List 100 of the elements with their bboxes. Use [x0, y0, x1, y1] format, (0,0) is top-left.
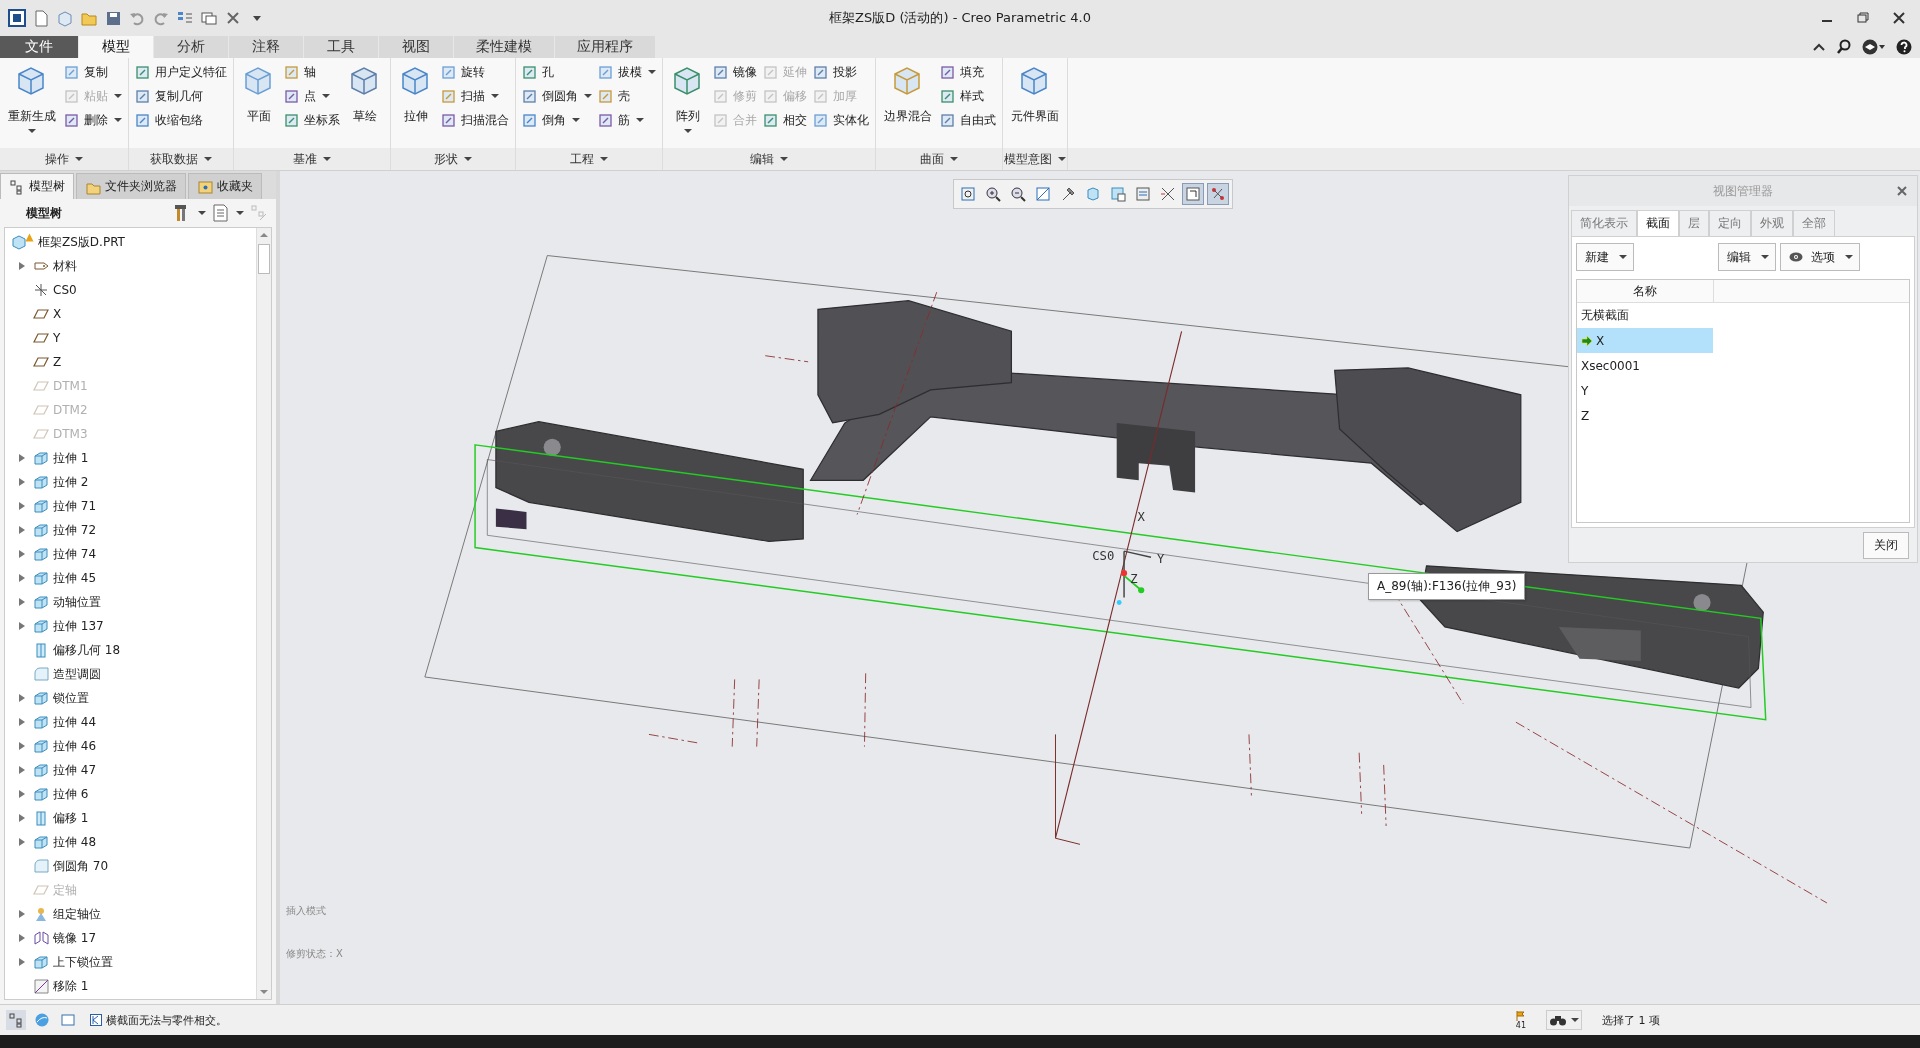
- tree-item[interactable]: 造型调圆: [53, 665, 101, 683]
- ribbon-tab[interactable]: 柔性建模: [454, 36, 555, 58]
- ribbon-button[interactable]: 复制: [64, 62, 122, 82]
- ribbon-button[interactable]: 平面: [240, 62, 278, 148]
- tree-item[interactable]: Y: [53, 331, 61, 345]
- group-menu[interactable]: 模型意图: [1003, 148, 1067, 170]
- expand-arrow[interactable]: [19, 262, 25, 270]
- tree-item[interactable]: 拉伸 47: [53, 761, 97, 779]
- tree-item[interactable]: X: [53, 307, 62, 321]
- expand-arrow[interactable]: [19, 502, 25, 510]
- expand-arrow[interactable]: [19, 934, 25, 942]
- panel-tab[interactable]: 文件夹浏览器: [76, 173, 186, 199]
- list-row[interactable]: Y: [1577, 378, 1713, 403]
- frame-body[interactable]: [809, 300, 1522, 533]
- ribbon-tab[interactable]: 文件: [0, 36, 79, 58]
- caret-icon[interactable]: [584, 94, 592, 98]
- expand-arrow[interactable]: [19, 478, 25, 486]
- restore-icon[interactable]: [1856, 11, 1870, 25]
- group-menu[interactable]: 操作: [0, 148, 128, 170]
- tree-item[interactable]: 拉伸 2: [53, 473, 89, 491]
- panel-tab[interactable]: 收藏夹: [188, 173, 262, 199]
- tab[interactable]: 层: [1679, 210, 1709, 236]
- tree-item[interactable]: 材料: [53, 257, 77, 275]
- ribbon-button[interactable]: 孔: [522, 62, 592, 82]
- ribbon-tab[interactable]: 注释: [229, 36, 304, 58]
- find-button[interactable]: [1546, 1010, 1582, 1030]
- group-menu[interactable]: 获取数据: [129, 148, 233, 170]
- ribbon-tab[interactable]: 工具: [304, 36, 379, 58]
- ribbon-button[interactable]: 复制几何: [135, 86, 227, 106]
- group-menu[interactable]: 形状: [391, 148, 515, 170]
- ribbon-button[interactable]: 边界混合: [882, 62, 934, 148]
- expand-arrow[interactable]: [19, 814, 25, 822]
- expand-arrow[interactable]: [19, 790, 25, 798]
- close-icon[interactable]: [1897, 186, 1907, 196]
- expand-arrow[interactable]: [19, 958, 25, 966]
- settings-icon[interactable]: [212, 204, 228, 222]
- ribbon-button[interactable]: 相交: [763, 110, 807, 130]
- app-icon[interactable]: [8, 9, 26, 27]
- tree-item[interactable]: 拉伸 137: [53, 617, 104, 635]
- expand-arrow[interactable]: [19, 910, 25, 918]
- ribbon-button[interactable]: 镜像: [713, 62, 757, 82]
- caret-icon[interactable]: [648, 70, 656, 74]
- tab[interactable]: 外观: [1751, 210, 1793, 236]
- ribbon-button[interactable]: 旋转: [441, 62, 509, 82]
- ribbon-button[interactable]: 扫描混合: [441, 110, 509, 130]
- ribbon-button[interactable]: 样式: [940, 86, 996, 106]
- expand-arrow[interactable]: [19, 694, 25, 702]
- group-menu[interactable]: 编辑: [663, 148, 875, 170]
- tree-item[interactable]: 偏移几何 18: [53, 641, 121, 659]
- list-row[interactable]: 无横截面: [1577, 303, 1713, 328]
- expand-arrow[interactable]: [19, 598, 25, 606]
- tree-item[interactable]: 拉伸 71: [53, 497, 97, 515]
- ribbon-button[interactable]: 填充: [940, 62, 996, 82]
- ribbon-button[interactable]: 倒角: [522, 110, 592, 130]
- menu-button[interactable]: 选项: [1780, 243, 1860, 271]
- search-icon[interactable]: [1836, 39, 1852, 55]
- ribbon-tab[interactable]: 模型: [79, 36, 154, 58]
- ribbon-button[interactable]: 删除: [64, 110, 122, 130]
- tab[interactable]: 全部: [1793, 210, 1835, 236]
- caret-icon[interactable]: [28, 129, 36, 133]
- scrollbar[interactable]: [256, 228, 271, 999]
- caret-icon[interactable]: [572, 118, 580, 122]
- expand-arrow[interactable]: [19, 550, 25, 558]
- tree-item[interactable]: 锁位置: [53, 689, 89, 707]
- tree-item[interactable]: CS0: [53, 283, 77, 297]
- tree-item[interactable]: 上下锁位置: [53, 953, 113, 971]
- expand-arrow[interactable]: [19, 622, 25, 630]
- tab[interactable]: 定向: [1709, 210, 1751, 236]
- ribbon-button[interactable]: 元件界面: [1009, 62, 1061, 148]
- ribbon-tab[interactable]: 应用程序: [555, 36, 656, 58]
- tree-item[interactable]: 框架ZS版D.PRT: [38, 233, 125, 251]
- tree-item[interactable]: 移除 1: [53, 977, 89, 995]
- ribbon-button[interactable]: 重新生成: [6, 62, 58, 148]
- close-icon[interactable]: [1892, 11, 1906, 25]
- tree-item[interactable]: 拉伸 48: [53, 833, 97, 851]
- ribbon-button[interactable]: 草绘: [346, 62, 384, 148]
- ribbon-button[interactable]: 轴: [284, 62, 340, 82]
- view-tool-button[interactable]: [1207, 183, 1229, 205]
- new-file-icon[interactable]: [32, 9, 50, 27]
- tree-item[interactable]: 动轴位置: [53, 593, 101, 611]
- ribbon-button[interactable]: 拔模: [598, 62, 656, 82]
- list-row[interactable]: X: [1577, 328, 1713, 353]
- ribbon-button[interactable]: 点: [284, 86, 340, 106]
- save-icon[interactable]: [104, 9, 122, 27]
- ribbon-button[interactable]: 扫描: [441, 86, 509, 106]
- group-menu[interactable]: 基准: [234, 148, 390, 170]
- ribbon-button[interactable]: 自由式: [940, 110, 996, 130]
- tree-item[interactable]: 拉伸 1: [53, 449, 89, 467]
- tree-item[interactable]: 拉伸 44: [53, 713, 97, 731]
- tree-item[interactable]: 偏移 1: [53, 809, 89, 827]
- graduation-cap-icon[interactable]: [1862, 39, 1886, 55]
- expand-arrow[interactable]: [19, 766, 25, 774]
- menu-button[interactable]: 新建: [1576, 243, 1634, 271]
- group-menu[interactable]: 工程: [516, 148, 662, 170]
- close-button[interactable]: 关闭: [1863, 531, 1909, 559]
- ribbon-button[interactable]: 投影: [813, 62, 869, 82]
- ribbon-button[interactable]: 阵列: [669, 62, 707, 148]
- panel-tab[interactable]: 模型树: [0, 173, 74, 199]
- graphics-area[interactable]: CS0 X Y Z 插入模式 修剪状态：X A_89(轴):F136(拉伸_93) 视图管理器 简化表示 截面 层 定向 外观 全部 新建 编辑 选项 名称 无横截面 X Xsec0001 Y Z 关闭: [280, 171, 1920, 1004]
- list-row[interactable]: Xsec0001: [1577, 353, 1713, 378]
